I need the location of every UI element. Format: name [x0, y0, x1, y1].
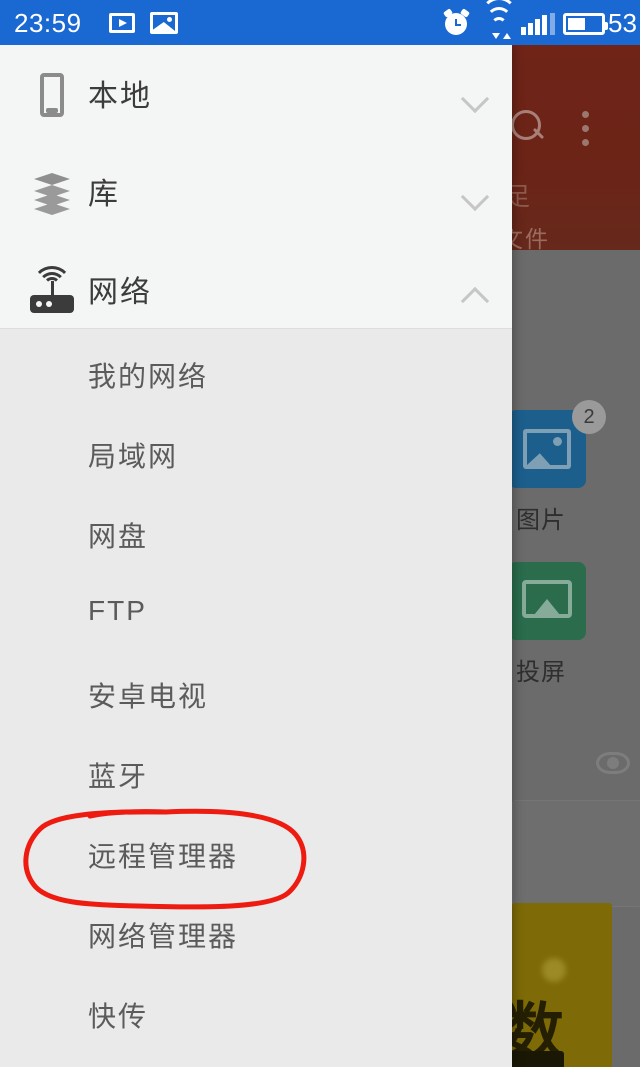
tile-pictures-badge: 2: [572, 400, 606, 434]
drawer-group-local[interactable]: 本地: [0, 45, 512, 145]
signal-icon: [521, 13, 555, 35]
eye-icon[interactable]: [596, 752, 630, 774]
sidebar-item-quick-transfer[interactable]: 快传: [0, 973, 512, 1053]
card-black-box: [512, 1051, 564, 1067]
sidebar-item-ftp[interactable]: FTP: [0, 573, 512, 653]
navigation-drawer: 本地 库 网络 我的网络 局域网 网盘 FTP 安卓电视 蓝牙 远程管理器 网络…: [0, 45, 512, 1067]
sidebar-item-bluetooth[interactable]: 蓝牙: [0, 733, 512, 813]
sidebar-item-label: 蓝牙: [88, 761, 149, 792]
sidebar-item-android-tv[interactable]: 安卓电视: [0, 653, 512, 733]
layers-icon: [24, 165, 80, 221]
drawer-group-library-label: 库: [88, 178, 120, 211]
battery-icon: [563, 13, 608, 35]
sidebar-item-cloud-drive[interactable]: 网盘: [0, 493, 512, 573]
sidebar-item-lan[interactable]: 局域网: [0, 413, 512, 493]
appbar-subtitle-fragment: 文件: [500, 226, 550, 252]
wifi-icon: [483, 7, 515, 39]
sidebar-item-my-network[interactable]: 我的网络: [0, 333, 512, 413]
alarm-icon: [443, 8, 470, 35]
chevron-up-icon[interactable]: [460, 281, 490, 316]
phone-icon: [24, 67, 80, 123]
sidebar-item-label: 我的网络: [88, 361, 209, 392]
overflow-menu-icon[interactable]: [579, 111, 591, 151]
drawer-group-list: 本地 库 网络: [0, 45, 512, 329]
tile-pictures-label: 图片: [516, 507, 566, 534]
sidebar-item-label: 快传: [88, 1001, 149, 1032]
sidebar-item-label: 远程管理器: [88, 841, 239, 872]
sidebar-item-network-manager[interactable]: 网络管理器: [0, 893, 512, 973]
drawer-group-network[interactable]: 网络: [0, 241, 512, 341]
sidebar-item-label: FTP: [88, 595, 147, 626]
drawer-group-network-label: 网络: [88, 276, 152, 309]
tile-cast-label: 投屏: [516, 659, 566, 686]
drawer-network-submenu: 我的网络 局域网 网盘 FTP 安卓电视 蓝牙 远程管理器 网络管理器 快传: [0, 329, 512, 1067]
sidebar-item-remote-manager[interactable]: 远程管理器: [0, 813, 512, 893]
content-card-grey[interactable]: [512, 800, 640, 907]
picture-icon: [523, 429, 571, 469]
chevron-down-icon[interactable]: [460, 84, 490, 114]
sidebar-item-label: 网络管理器: [88, 921, 239, 952]
photo-icon: [150, 12, 178, 34]
router-icon: [24, 263, 80, 319]
cast-arrow-icon: [534, 599, 560, 615]
phone-screen: 足 文件 2 图片 投屏 数 本地 库 网络 我的网络 局域网 网盘 FTP 安…: [0, 0, 640, 1067]
sidebar-item-label: 局域网: [88, 441, 179, 472]
status-bar: 23:59 53: [0, 0, 640, 45]
sidebar-item-label: 网盘: [88, 521, 149, 552]
search-icon[interactable]: [508, 107, 550, 149]
drawer-group-library[interactable]: 库: [0, 143, 512, 243]
video-icon: [109, 13, 135, 33]
chevron-down-icon[interactable]: [460, 182, 490, 212]
tile-cast-screen[interactable]: [508, 562, 586, 640]
appbar-title-fragment: 足: [505, 183, 533, 211]
status-bar-clock: 23:59: [14, 8, 82, 38]
content-card-yellow[interactable]: 数: [512, 903, 612, 1067]
sidebar-item-label: 安卓电视: [88, 681, 209, 712]
drawer-group-local-label: 本地: [88, 80, 152, 113]
battery-percent-label: 53: [608, 8, 637, 38]
